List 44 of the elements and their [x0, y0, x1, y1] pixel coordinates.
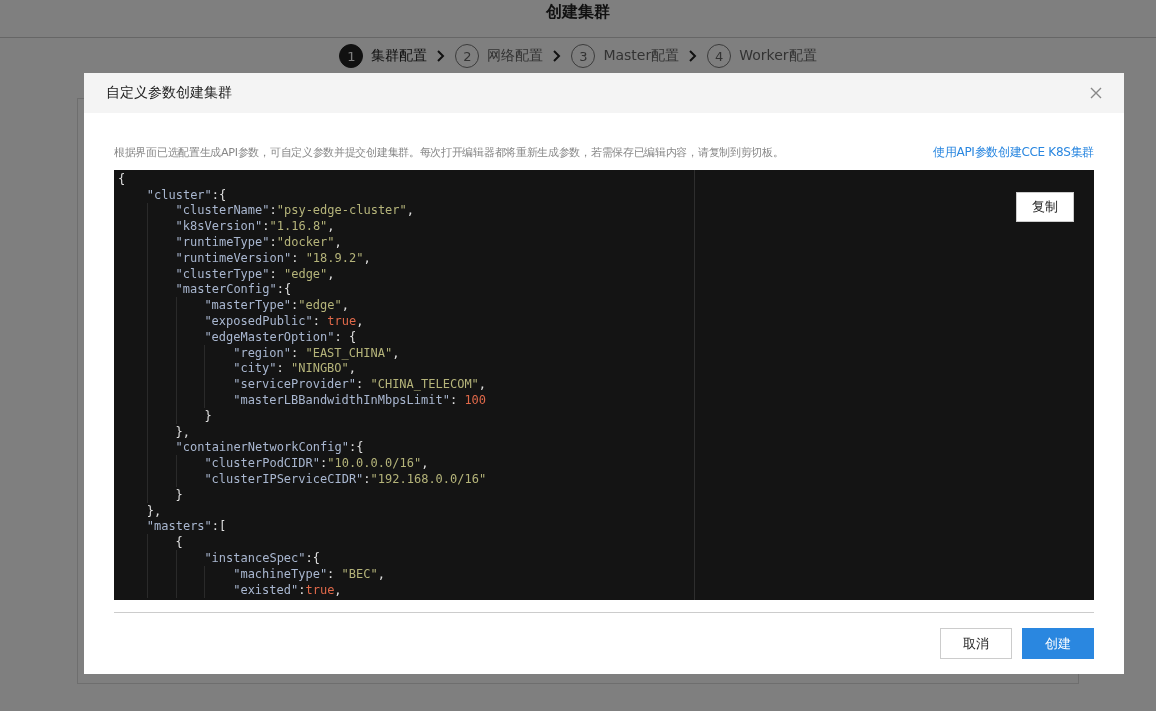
code-line: "k8sVersion":"1.16.8", — [175, 219, 335, 234]
page-title: 创建集群 — [546, 2, 610, 23]
code-line: "cluster":{ — [146, 187, 227, 202]
step-number: 1 — [339, 44, 364, 68]
close-icon[interactable] — [1090, 87, 1102, 99]
copy-button[interactable]: 复制 — [1016, 192, 1074, 222]
cancel-button[interactable]: 取消 — [940, 628, 1012, 659]
code-line: }, — [175, 424, 191, 439]
code-line: "masterType":"edge", — [204, 298, 349, 313]
code-line: "clusterType": "edge", — [175, 266, 335, 281]
step-label[interactable]: 集群配置 — [371, 47, 428, 65]
code-line: "runtimeVersion": "18.9.2", — [175, 250, 371, 265]
code-line: "runtimeType":"docker", — [175, 235, 342, 250]
code-line: "masterLBBandwidthInMbpsLimit": 100 — [233, 393, 487, 408]
step-label[interactable]: 网络配置 — [487, 47, 544, 65]
step-label[interactable]: Worker配置 — [739, 47, 817, 65]
chevron-icon — [689, 50, 698, 62]
code-line: "masterConfig":{ — [175, 282, 292, 297]
code-line: } — [204, 408, 212, 423]
code-line: "machineType": "BEC", — [233, 566, 385, 581]
code-line: "exposedPublic": true, — [204, 314, 364, 329]
code-line: "clusterIPServiceCIDR":"192.168.0.0/16" — [204, 472, 487, 487]
code-line: "clusterPodCIDR":"10.0.0.0/16", — [204, 456, 429, 471]
code-line: "region": "EAST_CHINA", — [233, 345, 400, 360]
step-label[interactable]: Master配置 — [603, 47, 680, 65]
code-line: } — [175, 487, 183, 502]
code-line: }, — [146, 503, 162, 518]
create-button[interactable]: 创建 — [1022, 628, 1094, 659]
api-link[interactable]: 使用API参数创建CCE K8S集群 — [933, 143, 1094, 161]
code-line: "containerNetworkConfig":{ — [175, 440, 364, 455]
dialog-title: 自定义参数创建集群 — [106, 84, 232, 102]
code-line: { — [175, 535, 183, 550]
code-line: "masters":[ — [146, 519, 227, 534]
hint-text: 根据界面已选配置生成API参数，可自定义参数并提交创建集群。每次打开编辑器都将重新生成参数，若需保存已编辑内容，请复制到剪切板。 — [114, 144, 784, 160]
code-editor[interactable] — [114, 170, 1094, 600]
code-line: "existed":true, — [233, 582, 342, 597]
code-line: "edgeMasterOption": { — [204, 329, 357, 344]
code-line: "serviceProvider": "CHINA_TELECOM", — [233, 377, 487, 392]
chevron-icon — [553, 50, 562, 62]
code-line: "instanceSpec":{ — [204, 551, 320, 565]
code-line: "city": "NINGBO", — [233, 361, 357, 376]
code-line: "clusterName":"psy-edge-cluster", — [175, 203, 415, 218]
code-line: { — [118, 171, 126, 186]
chevron-icon — [437, 50, 446, 62]
